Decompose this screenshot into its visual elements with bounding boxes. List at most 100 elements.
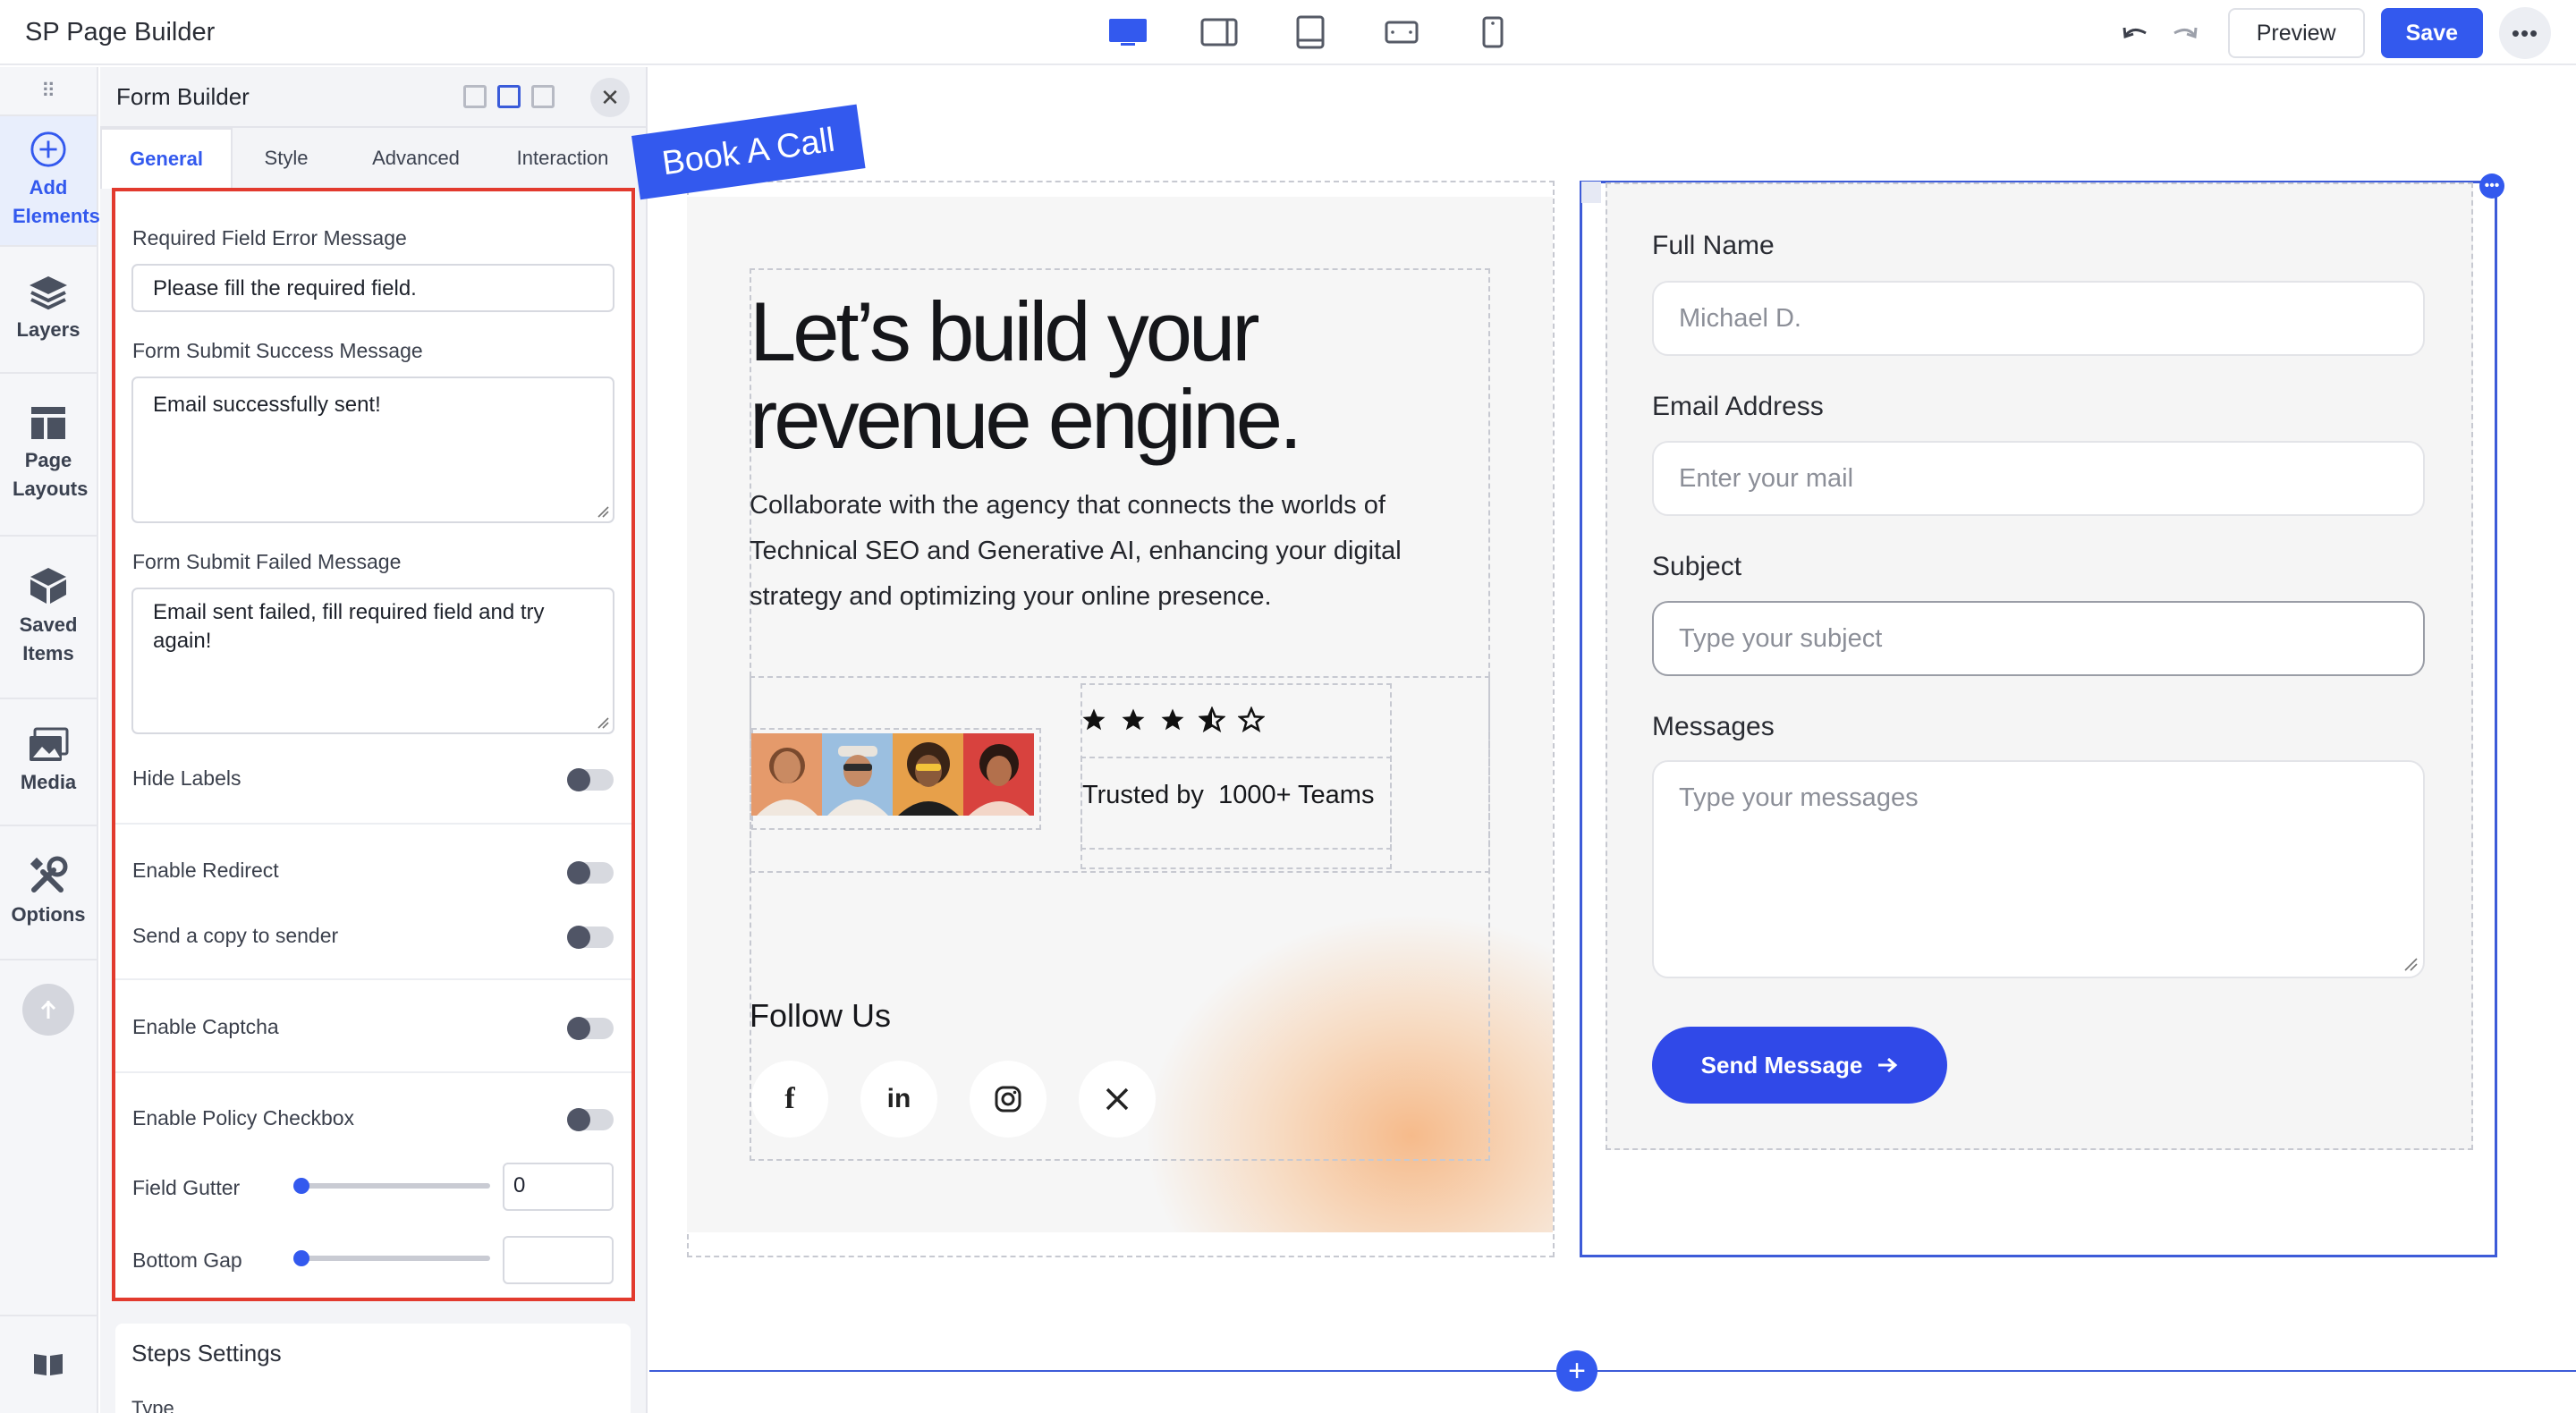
hero-description: Collaborate with the agency that connect… — [750, 491, 1402, 611]
enable-redirect-toggle[interactable] — [567, 861, 614, 884]
book-icon — [34, 1354, 63, 1375]
avatar — [822, 733, 893, 816]
hide-labels-label: Hide Labels — [132, 766, 242, 790]
social-links: f in — [751, 1061, 1156, 1138]
undo-icon — [2123, 27, 2147, 39]
star-filled-icon — [1161, 708, 1184, 731]
rail-item-label: Saved Items — [19, 613, 78, 664]
float-layout-icon[interactable] — [463, 85, 487, 108]
docs-button[interactable] — [0, 1315, 97, 1413]
enable-policy-checkbox-toggle[interactable] — [567, 1108, 614, 1131]
send-message-button[interactable]: Send Message — [1652, 1027, 1947, 1104]
device-switcher — [1082, 13, 1538, 52]
slider-handle[interactable] — [293, 1178, 309, 1194]
slider-handle[interactable] — [293, 1250, 309, 1266]
instagram-link[interactable] — [970, 1061, 1046, 1138]
facebook-link[interactable]: f — [751, 1061, 828, 1138]
follow-us-heading: Follow Us — [750, 997, 892, 1034]
enable-captcha-label: Enable Captcha — [132, 1015, 279, 1038]
rail-item-add-elements[interactable]: Add Elements — [0, 116, 100, 247]
rail-item-page-layouts[interactable]: Page Layouts — [0, 374, 97, 537]
mobile-icon — [1482, 16, 1504, 48]
redo-button[interactable] — [2160, 8, 2210, 58]
failed-message-label: Form Submit Failed Message — [132, 550, 402, 573]
rating-stars — [1080, 706, 1265, 733]
star-filled-icon — [1122, 708, 1145, 731]
steps-settings-section[interactable]: Steps Settings Type — [115, 1324, 631, 1413]
tablet-view-button[interactable] — [1265, 13, 1356, 52]
undo-button[interactable] — [2110, 8, 2160, 58]
field-gutter-input[interactable]: 0 — [503, 1163, 614, 1211]
send-message-label: Send Message — [1700, 1051, 1863, 1079]
plugin-button[interactable] — [0, 960, 97, 1059]
rail-item-saved-items[interactable]: Saved Items — [0, 537, 97, 699]
tab-interaction[interactable]: Interaction — [492, 128, 633, 189]
bottom-gap-slider[interactable] — [293, 1250, 490, 1266]
divider — [115, 978, 631, 980]
avatar — [751, 733, 822, 816]
bottom-gap-label: Bottom Gap — [132, 1248, 242, 1272]
left-rail: ⠿ Add Elements Layers Page Layouts Saved… — [0, 67, 100, 1413]
tab-advanced[interactable]: Advanced — [340, 128, 492, 189]
panel-tabs: General Style Advanced Interaction — [100, 128, 646, 189]
rail-item-options[interactable]: Options — [0, 826, 97, 960]
save-button[interactable]: Save — [2380, 8, 2483, 58]
resize-handle-icon[interactable] — [597, 505, 609, 518]
messages-label: Messages — [1652, 712, 1775, 741]
tablet-landscape-view-button[interactable] — [1174, 13, 1265, 52]
send-copy-toggle[interactable] — [567, 926, 614, 949]
resize-handle-icon[interactable] — [597, 716, 609, 729]
hide-labels-toggle[interactable] — [567, 768, 614, 791]
close-panel-button[interactable]: ✕ — [590, 78, 630, 117]
drag-handle-icon[interactable]: ⠿ — [0, 67, 97, 116]
trusted-count: 1000+ Teams — [1218, 781, 1375, 809]
field-gutter-label: Field Gutter — [132, 1176, 241, 1199]
email-input[interactable]: Enter your mail — [1652, 441, 2425, 516]
rail-item-label: Layers — [16, 318, 80, 341]
element-options-icon[interactable]: ••• — [2479, 173, 2504, 199]
field-gutter-slider[interactable] — [293, 1178, 490, 1194]
mobile-view-button[interactable] — [1447, 13, 1538, 52]
box-icon — [30, 568, 66, 604]
plus-icon: + — [1568, 1353, 1586, 1388]
media-icon — [30, 727, 69, 761]
panel-title: Form Builder — [116, 82, 250, 110]
steps-settings-title: Steps Settings — [131, 1340, 282, 1366]
preview-button[interactable]: Preview — [2227, 8, 2365, 58]
mobile-landscape-icon — [1385, 21, 1419, 44]
failed-message-textarea[interactable]: Email sent failed, fill required field a… — [131, 588, 614, 734]
desktop-icon — [1109, 19, 1147, 46]
rail-item-layers[interactable]: Layers — [0, 247, 97, 374]
dock-right-layout-icon[interactable] — [531, 85, 555, 108]
mobile-landscape-view-button[interactable] — [1356, 13, 1447, 52]
failed-message-text: Email sent failed, fill required field a… — [153, 600, 545, 653]
required-error-input[interactable]: Please fill the required field. — [131, 264, 614, 312]
x-icon — [1106, 1087, 1129, 1111]
close-icon: ✕ — [600, 83, 620, 111]
dock-left-layout-icon[interactable] — [497, 85, 521, 108]
messages-placeholder: Type your messages — [1679, 783, 1919, 812]
full-name-input[interactable]: Michael D. — [1652, 281, 2425, 356]
headline-line-2: revenue engine. — [750, 372, 1302, 466]
resize-handle-icon[interactable] — [2403, 957, 2418, 971]
rail-item-media[interactable]: Media — [0, 699, 97, 826]
enable-captcha-toggle[interactable] — [567, 1017, 614, 1040]
subject-input[interactable]: Type your subject — [1652, 601, 2425, 676]
facebook-icon: f — [784, 1082, 795, 1115]
arrow-right-icon — [1878, 1057, 1898, 1073]
tab-style[interactable]: Style — [233, 128, 340, 189]
layout-icon — [31, 407, 65, 439]
x-link[interactable] — [1079, 1061, 1156, 1138]
success-message-textarea[interactable]: Email successfully sent! — [131, 377, 614, 523]
column-handle-icon[interactable] — [1581, 182, 1601, 203]
add-section-button[interactable]: + — [1556, 1350, 1597, 1392]
avatar — [963, 733, 1034, 816]
more-options-button[interactable]: ••• — [2499, 7, 2551, 59]
bottom-gap-input[interactable] — [503, 1236, 614, 1284]
linkedin-link[interactable]: in — [860, 1061, 937, 1138]
rail-item-label: Page Layouts — [13, 449, 89, 500]
messages-textarea[interactable]: Type your messages — [1652, 760, 2425, 978]
rail-item-label: Media — [20, 771, 77, 793]
tab-general[interactable]: General — [100, 128, 233, 189]
desktop-view-button[interactable] — [1082, 13, 1174, 52]
